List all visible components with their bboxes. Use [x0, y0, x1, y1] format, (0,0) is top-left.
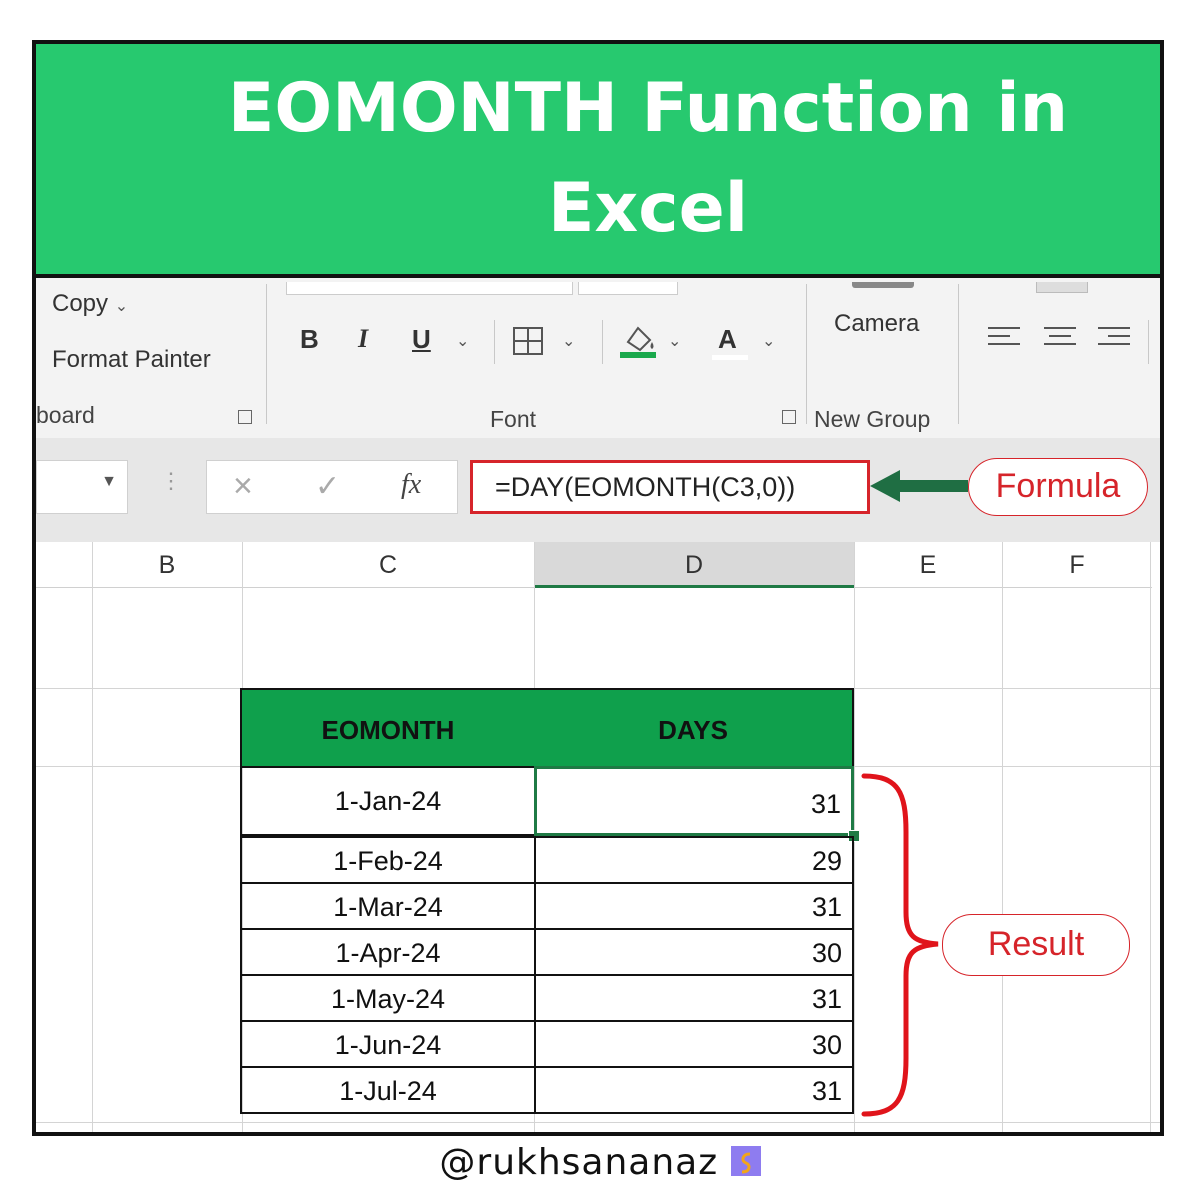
table-cell-days[interactable]: 31 — [534, 1066, 854, 1114]
group-divider — [958, 284, 959, 424]
underline-button[interactable]: U — [412, 324, 431, 355]
column-header-e[interactable]: E — [854, 542, 1002, 588]
font-size-box[interactable] — [578, 282, 678, 295]
table-cell-date[interactable]: 1-Jun-24 — [240, 1020, 536, 1068]
gridline — [1002, 542, 1003, 1132]
table-cell-date[interactable]: 1-May-24 — [240, 974, 536, 1022]
align-right-icon[interactable] — [1098, 327, 1130, 355]
toolbar-divider — [602, 320, 603, 364]
font-color-icon: A — [718, 324, 737, 354]
font-color-button[interactable]: A — [718, 324, 737, 355]
table-cell-date[interactable]: 1-Apr-24 — [240, 928, 536, 976]
column-header-d[interactable]: D — [534, 542, 854, 588]
formula-callout: Formula — [968, 458, 1148, 516]
table-cell-days[interactable]: 30 — [534, 928, 854, 976]
borders-icon[interactable] — [512, 326, 546, 356]
chevron-down-icon[interactable]: ⌄ — [668, 331, 681, 351]
fill-color-icon[interactable] — [618, 320, 660, 360]
insert-function-icon[interactable]: fx — [401, 469, 421, 501]
chevron-down-icon[interactable]: ⌄ — [762, 331, 775, 351]
table-cell-days[interactable]: 31 — [534, 974, 854, 1022]
table-cell-days[interactable]: 30 — [534, 1020, 854, 1068]
font-color-swatch — [712, 355, 748, 360]
result-brace — [861, 773, 939, 1117]
column-header-f[interactable]: F — [1002, 542, 1152, 588]
banner-title: EOMONTH Function in Excel — [227, 69, 1069, 248]
function-buttons: × ✓ fx — [206, 460, 458, 514]
gridline — [36, 1122, 1160, 1123]
title-banner: EOMONTH Function in Excel — [36, 44, 1160, 278]
table-cell-days[interactable]: 31 — [534, 882, 854, 930]
camera-button[interactable]: Camera — [834, 310, 919, 338]
gridline — [1150, 542, 1151, 1132]
chevron-down-icon[interactable]: ⌄ — [562, 331, 575, 351]
dialog-launcher-icon[interactable] — [782, 410, 796, 424]
group-divider — [806, 284, 807, 424]
chevron-down-icon[interactable]: ⌄ — [115, 298, 128, 315]
table-header-days[interactable]: DAYS — [534, 688, 854, 768]
column-header[interactable] — [36, 542, 92, 588]
table-cell-days[interactable]: 29 — [534, 836, 854, 884]
enter-icon[interactable]: ✓ — [315, 469, 340, 504]
badge-icon — [730, 1146, 761, 1176]
italic-button[interactable]: I — [358, 324, 368, 354]
name-box[interactable]: ▼ — [36, 460, 128, 514]
gridline — [92, 542, 93, 1132]
dropdown-arrow-icon[interactable]: ▼ — [101, 473, 117, 491]
copy-button[interactable]: Copy ⌄ — [52, 290, 128, 318]
dialog-launcher-icon[interactable] — [238, 410, 252, 424]
group-divider — [266, 284, 267, 424]
table-cell-days-selected[interactable]: 31 — [534, 766, 854, 836]
align-left-icon[interactable] — [988, 327, 1020, 355]
table-cell-date[interactable]: 1-Feb-24 — [240, 836, 536, 884]
toolbar-divider — [1148, 320, 1149, 364]
clipboard-group-label: board — [36, 402, 95, 428]
cancel-icon[interactable]: × — [233, 467, 253, 506]
format-painter-label: Format Painter — [52, 346, 211, 373]
table-header-eomonth[interactable]: EOMONTH — [240, 688, 536, 768]
camera-icon — [852, 282, 914, 288]
align-center-icon[interactable] — [1044, 327, 1076, 355]
more-options-icon[interactable]: ⋮ — [160, 468, 182, 494]
bold-button[interactable]: B — [300, 324, 319, 355]
font-name-box[interactable] — [286, 282, 573, 295]
new-group-label: New Group — [814, 406, 931, 432]
formula-arrow — [870, 470, 968, 502]
author-handle: @rukhsananaz — [0, 1142, 1200, 1183]
result-callout: Result — [942, 914, 1130, 976]
column-header-c[interactable]: C — [242, 542, 534, 588]
author-handle-text: @rukhsananaz — [439, 1142, 719, 1183]
column-header-b[interactable]: B — [92, 542, 242, 588]
format-painter-button[interactable]: Format Painter — [52, 346, 211, 374]
table-cell-date[interactable]: 1-Jan-24 — [240, 766, 536, 836]
formula-bar: ▼ ⋮ × ✓ fx =DAY(EOMONTH(C3,0)) Formula — [36, 438, 1160, 542]
style-box[interactable] — [1036, 282, 1088, 293]
table-cell-date[interactable]: 1-Jul-24 — [240, 1066, 536, 1114]
copy-label: Copy — [52, 290, 109, 317]
chevron-down-icon[interactable]: ⌄ — [456, 331, 469, 351]
formula-input[interactable]: =DAY(EOMONTH(C3,0)) — [470, 460, 870, 514]
table-cell-date[interactable]: 1-Mar-24 — [240, 882, 536, 930]
toolbar-divider — [494, 320, 495, 364]
font-group-label: Font — [490, 406, 537, 432]
infographic-frame: EOMONTH Function in Excel Copy ⌄ Format … — [32, 40, 1164, 1136]
